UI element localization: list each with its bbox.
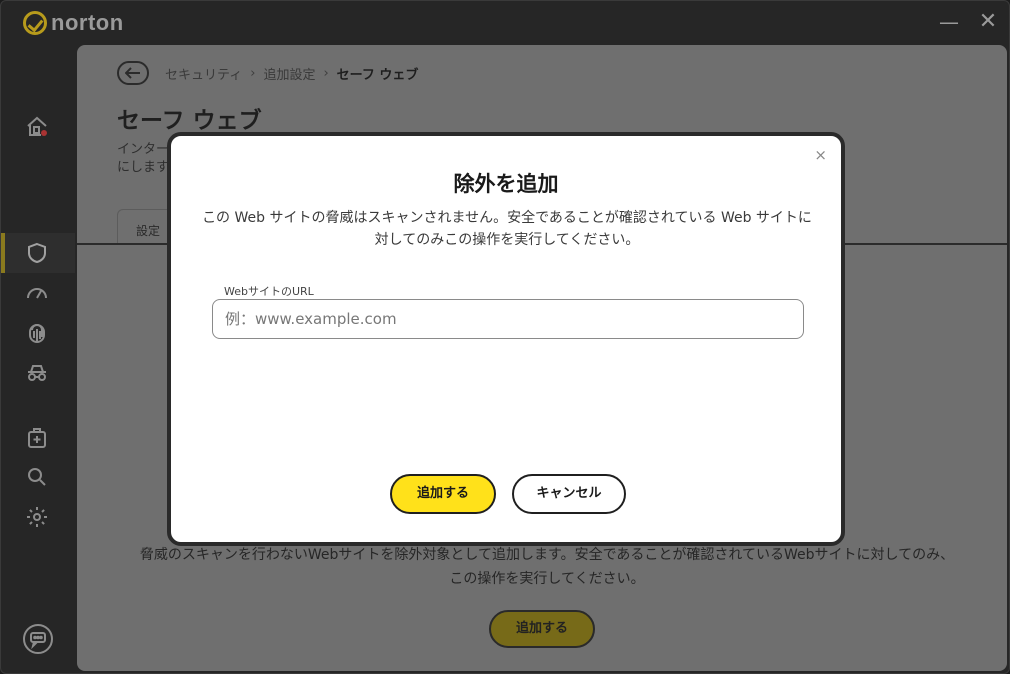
breadcrumb-separator: ›	[250, 65, 256, 81]
back-button[interactable]	[117, 61, 149, 85]
fingerprint-icon[interactable]	[25, 321, 49, 345]
dialog-cancel-button[interactable]: キャンセル	[512, 474, 626, 514]
norton-logo: norton	[23, 10, 124, 36]
breadcrumb: セキュリティ › 追加設定 › セーフ ウェブ	[117, 61, 418, 85]
close-window-button[interactable]: ✕	[976, 10, 1000, 34]
chat-icon[interactable]	[22, 623, 54, 655]
url-field-label: WebサイトのURL	[224, 285, 314, 298]
minimize-button[interactable]: —	[937, 10, 961, 34]
breadcrumb-current: セーフ ウェブ	[336, 67, 419, 83]
norton-check-icon	[23, 11, 47, 35]
dialog-title: 除外を追加	[453, 172, 559, 196]
sidebar	[1, 43, 75, 673]
search-icon[interactable]	[25, 465, 49, 489]
incognito-icon[interactable]	[25, 361, 49, 385]
app-name: norton	[51, 10, 124, 35]
breadcrumb-separator: ›	[323, 65, 329, 81]
app-window: norton — ✕ セキュリティ › 追加設定 › セーフ ウェブ セーフ ウ…	[0, 0, 1010, 674]
add-exclusion-button[interactable]: 追加する	[489, 610, 595, 648]
dialog-close-icon[interactable]: ×	[814, 146, 827, 164]
breadcrumb-item-additional-settings[interactable]: 追加設定	[263, 64, 315, 83]
page-title: セーフ ウェブ	[117, 108, 262, 134]
arrow-left-icon	[125, 67, 140, 79]
url-input[interactable]	[212, 299, 804, 339]
home-alert-icon[interactable]	[25, 115, 49, 139]
sidebar-active-indicator	[1, 233, 5, 273]
gear-icon[interactable]	[25, 505, 49, 529]
speedometer-icon[interactable]	[25, 281, 49, 305]
empty-state-text: 脅威のスキャンを行わないWebサイトを除外対象として追加します。安全であることが…	[139, 547, 955, 587]
dialog-add-button[interactable]: 追加する	[390, 474, 496, 514]
shield-icon[interactable]	[25, 241, 49, 265]
add-exclusion-dialog: × 除外を追加 この Web サイトの脅威はスキャンされません。安全であることが…	[167, 132, 845, 546]
medical-bag-icon[interactable]	[25, 426, 49, 450]
title-bar: norton — ✕	[1, 1, 1009, 43]
breadcrumb-item-security[interactable]: セキュリティ	[165, 64, 242, 83]
dialog-description: この Web サイトの脅威はスキャンされません。安全であることが確認されている …	[202, 210, 812, 248]
